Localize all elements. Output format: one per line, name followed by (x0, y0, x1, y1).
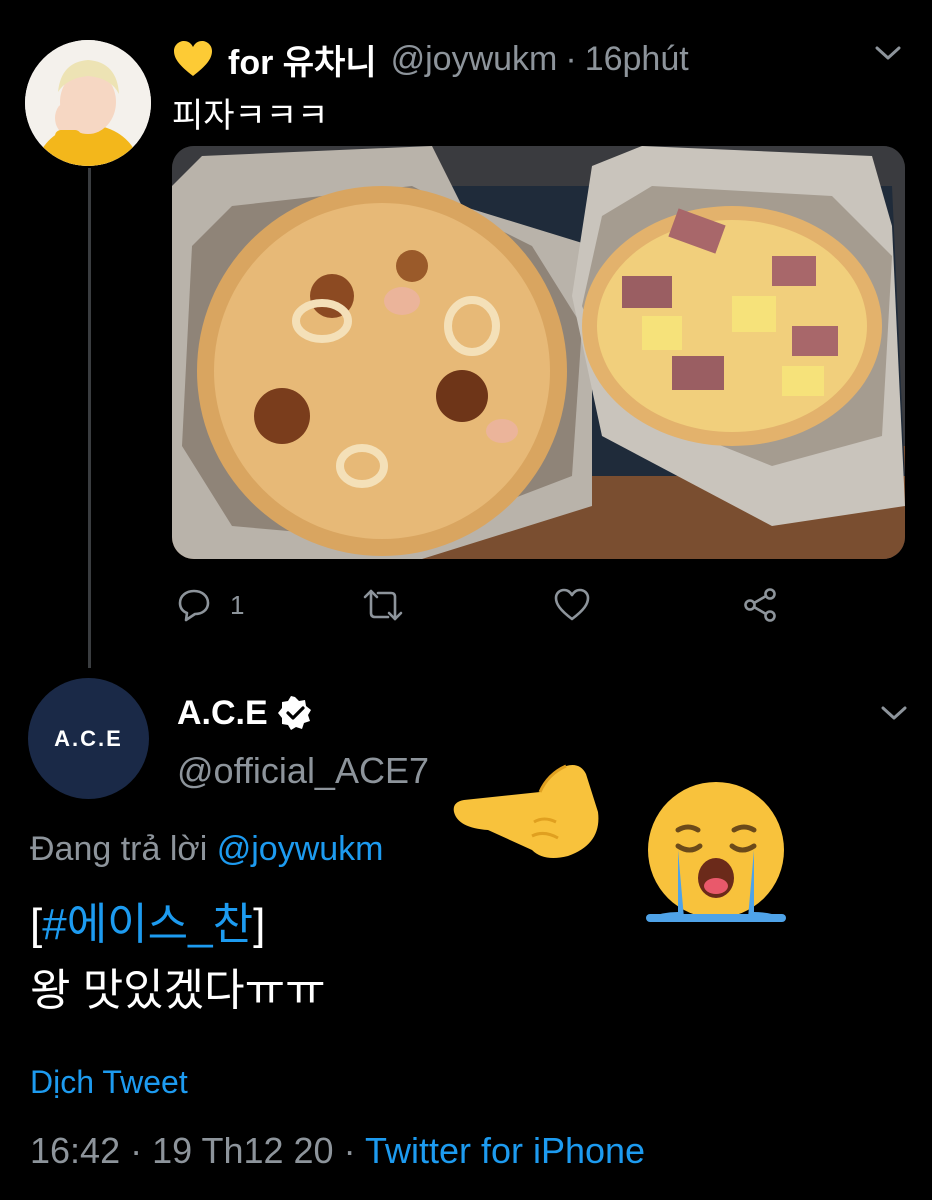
avatar-portrait-image (25, 40, 151, 166)
tweet1-chevron-down-icon[interactable] (874, 44, 902, 62)
tweet2-chevron-down-icon[interactable] (880, 704, 908, 722)
tweet2-body-line1: [#에이스_찬] (30, 892, 326, 958)
crying-face-emoji-icon (646, 782, 786, 922)
replying-to-line: Đang trả lời @joywukm (30, 830, 383, 869)
tweet1-handle[interactable]: @joywukm (391, 40, 558, 79)
tweet2-body: [#에이스_찬] 왕 맛있겠다ㅠㅠ (30, 892, 326, 1024)
retweet-action[interactable] (362, 582, 404, 628)
like-action[interactable] (554, 582, 590, 628)
tweet2-timestamp[interactable]: 16:42 · 19 Th12 20 · (30, 1130, 356, 1171)
tweet1-display-name[interactable]: for 유차니 (228, 35, 377, 84)
replying-to-label: Đang trả lời (30, 830, 208, 868)
tweet1-separator: · (565, 39, 577, 78)
tweet2-open-bracket: [ (30, 900, 43, 949)
yellow-heart-icon (174, 41, 212, 76)
reply-count: 1 (230, 589, 245, 620)
avatar-logo-text: A.C.E (54, 725, 123, 751)
tweet1-text: 피자ㅋㅋㅋ (172, 97, 329, 135)
verified-badge-icon (277, 696, 311, 730)
avatar-joywukm[interactable] (25, 40, 151, 166)
thread-connector-line (88, 168, 91, 668)
tweet2-display-name[interactable]: A.C.E (177, 694, 268, 733)
reply-icon (178, 589, 210, 622)
share-icon (744, 588, 776, 622)
pointing-hand-emoji-icon (453, 764, 599, 858)
hashtag-link[interactable]: #에이스_찬 (42, 900, 253, 949)
replying-to-mention[interactable]: @joywukm (217, 830, 384, 868)
tweet2-handle[interactable]: @official_ACE7 (177, 750, 429, 792)
tweet1-photo[interactable] (172, 146, 905, 559)
translate-tweet-link[interactable]: Dịch Tweet (30, 1064, 188, 1101)
tweet2-close-bracket: ] (253, 900, 266, 949)
tweet1-time[interactable]: 16phút (585, 40, 689, 79)
share-action[interactable] (742, 582, 778, 628)
retweet-icon (363, 589, 403, 621)
pizza-photo-image (172, 146, 905, 559)
tweet2-footer: 16:42 · 19 Th12 20 · Twitter for iPhone (30, 1130, 645, 1172)
tweet1-header: for 유차니 @joywukm · 16phút (172, 38, 689, 82)
like-icon (554, 588, 590, 621)
reply-action[interactable]: 1 (176, 582, 244, 628)
tweet2-body-line2: 왕 맛있겠다ㅠㅠ (30, 966, 326, 1015)
tweet2-name-row: A.C.E (177, 692, 312, 734)
avatar-official-ace7[interactable]: A.C.E (28, 678, 149, 799)
tweet2-source-app[interactable]: Twitter for iPhone (365, 1130, 645, 1171)
